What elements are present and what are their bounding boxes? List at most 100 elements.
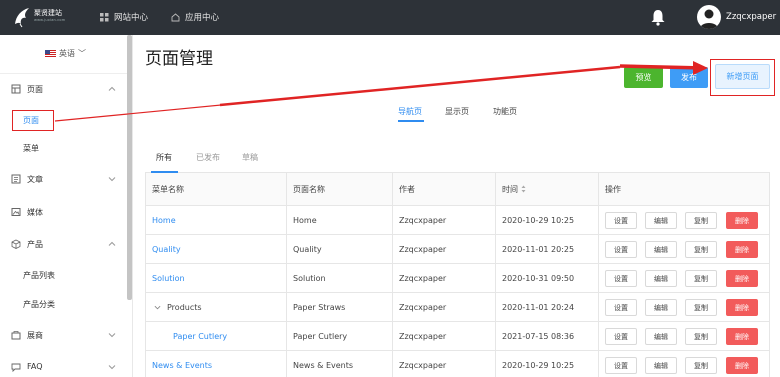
column-divider xyxy=(392,264,393,292)
column-divider xyxy=(392,173,393,205)
logo[interactable]: 聚贤建站 www.juxian.com xyxy=(12,5,86,30)
sidebar-item-media[interactable]: 媒体 xyxy=(0,202,127,222)
sidebar-sub-product-category[interactable]: 产品分类 xyxy=(23,299,55,310)
sidebar-item-label: FAQ xyxy=(27,362,43,371)
copy-button[interactable]: 复制 xyxy=(685,241,717,258)
delete-button[interactable]: 删除 xyxy=(726,212,758,229)
sidebar-item-page[interactable]: 页面 xyxy=(0,79,127,99)
edit-button[interactable]: 编辑 xyxy=(645,212,677,229)
header-time[interactable]: 时间 xyxy=(502,173,526,205)
menu-name-link[interactable]: Home xyxy=(152,206,176,234)
copy-button[interactable]: 复制 xyxy=(685,357,717,374)
edit-button[interactable]: 编辑 xyxy=(645,241,677,258)
column-divider xyxy=(598,235,599,263)
edit-button[interactable]: 编辑 xyxy=(645,299,677,316)
active-tab-indicator xyxy=(398,120,424,122)
publish-button[interactable]: 发布 xyxy=(670,67,708,88)
language-selector[interactable]: 英语 ﹀ xyxy=(45,48,86,59)
edit-button[interactable]: 编辑 xyxy=(645,357,677,374)
nav-app-center[interactable]: 应用中心 xyxy=(171,11,219,23)
us-flag-icon xyxy=(45,49,56,58)
copy-button[interactable]: 复制 xyxy=(685,212,717,229)
avatar[interactable] xyxy=(697,5,721,29)
sidebar-item-product[interactable]: 产品 xyxy=(0,234,127,254)
logo-text: 聚贤建站 xyxy=(34,9,62,17)
chevron-up-icon xyxy=(108,86,116,91)
sidebar-item-article[interactable]: 文章 xyxy=(0,169,127,189)
settings-button[interactable]: 设置 xyxy=(605,299,637,316)
sidebar-sub-product-list[interactable]: 产品列表 xyxy=(23,270,55,281)
username[interactable]: Zzqcxpaper xyxy=(726,12,776,22)
sidebar-sub-menu[interactable]: 菜单 xyxy=(23,143,39,154)
product-icon xyxy=(11,239,21,249)
top-bar: 聚贤建站 www.juxian.com 网站中心 应用中心 Zzqcxpaper xyxy=(0,0,780,35)
delete-button[interactable]: 删除 xyxy=(726,241,758,258)
column-divider xyxy=(392,235,393,263)
column-divider xyxy=(495,293,496,321)
menu-name[interactable]: Products xyxy=(167,303,202,312)
page-icon xyxy=(11,84,21,94)
tab-draft[interactable]: 草稿 xyxy=(242,152,258,163)
chevron-up-icon xyxy=(108,241,116,246)
chevron-down-icon[interactable] xyxy=(154,304,161,311)
author: Zzqcxpaper xyxy=(399,302,447,312)
bell-icon[interactable] xyxy=(650,9,666,26)
tab-all[interactable]: 所有 xyxy=(156,152,172,163)
sidebar-item-exhibitor[interactable]: 展商 xyxy=(0,325,127,345)
tab-function-page[interactable]: 功能页 xyxy=(493,106,517,117)
column-divider xyxy=(598,293,599,321)
faq-icon xyxy=(11,363,21,372)
settings-button[interactable]: 设置 xyxy=(605,357,637,374)
copy-button[interactable]: 复制 xyxy=(685,328,717,345)
edit-button[interactable]: 编辑 xyxy=(645,270,677,287)
language-label: 英语 xyxy=(59,49,75,58)
copy-button[interactable]: 复制 xyxy=(685,299,717,316)
home-icon xyxy=(171,12,180,21)
settings-button[interactable]: 设置 xyxy=(605,270,637,287)
delete-button[interactable]: 删除 xyxy=(726,270,758,287)
author: Zzqcxpaper xyxy=(399,273,447,283)
tab-navigation-page[interactable]: 导航页 xyxy=(398,106,422,117)
sidebar-divider xyxy=(0,73,127,74)
settings-button[interactable]: 设置 xyxy=(605,212,637,229)
bird-logo-icon xyxy=(15,8,29,28)
column-divider xyxy=(598,322,599,350)
column-divider xyxy=(286,173,287,205)
sort-icon[interactable] xyxy=(521,185,526,193)
table-row: Solution Solution Zzqcxpaper 2020-10-31 … xyxy=(146,264,769,293)
delete-button[interactable]: 删除 xyxy=(726,357,758,374)
sidebar-item-faq[interactable]: FAQ xyxy=(0,357,127,377)
table-row: Products Paper Straws Zzqcxpaper 2020-11… xyxy=(146,293,769,322)
logo-subtext: www.juxian.com xyxy=(34,18,66,22)
nav-website-center[interactable]: 网站中心 xyxy=(100,11,148,23)
column-divider xyxy=(286,264,287,292)
menu-name-link[interactable]: Solution xyxy=(152,264,185,292)
edit-button[interactable]: 编辑 xyxy=(645,328,677,345)
grid-icon xyxy=(100,12,109,21)
time: 2020-11-01 20:25 xyxy=(502,244,575,254)
header-time-label: 时间 xyxy=(502,184,518,194)
settings-button[interactable]: 设置 xyxy=(605,328,637,345)
column-divider xyxy=(495,322,496,350)
page-title: 页面管理 xyxy=(145,49,213,69)
tab-display-page[interactable]: 显示页 xyxy=(445,106,469,117)
sidebar-scrollbar[interactable] xyxy=(127,35,132,300)
time: 2021-07-15 08:36 xyxy=(502,331,575,341)
menu-name-link[interactable]: Paper Cutlery xyxy=(173,322,227,350)
sidebar: 英语 ﹀ 页面 页面 菜单 文章 媒体 产品 产品列表 产品分类 展商 FAQ xyxy=(0,35,133,377)
settings-button[interactable]: 设置 xyxy=(605,241,637,258)
annotation-box-new-page xyxy=(710,59,775,96)
time: 2020-10-31 09:50 xyxy=(502,273,575,283)
copy-button[interactable]: 复制 xyxy=(685,270,717,287)
tab-published[interactable]: 已发布 xyxy=(196,152,220,163)
delete-button[interactable]: 删除 xyxy=(726,299,758,316)
time: 2020-10-29 10:25 xyxy=(502,360,575,370)
preview-button[interactable]: 预览 xyxy=(624,67,663,88)
delete-button[interactable]: 删除 xyxy=(726,328,758,345)
menu-name-link[interactable]: Quality xyxy=(152,235,181,263)
user-avatar-icon xyxy=(700,9,718,29)
page-name: News & Events xyxy=(293,360,354,370)
column-divider xyxy=(286,322,287,350)
menu-name-link[interactable]: News & Events xyxy=(152,351,212,377)
column-divider xyxy=(598,206,599,234)
